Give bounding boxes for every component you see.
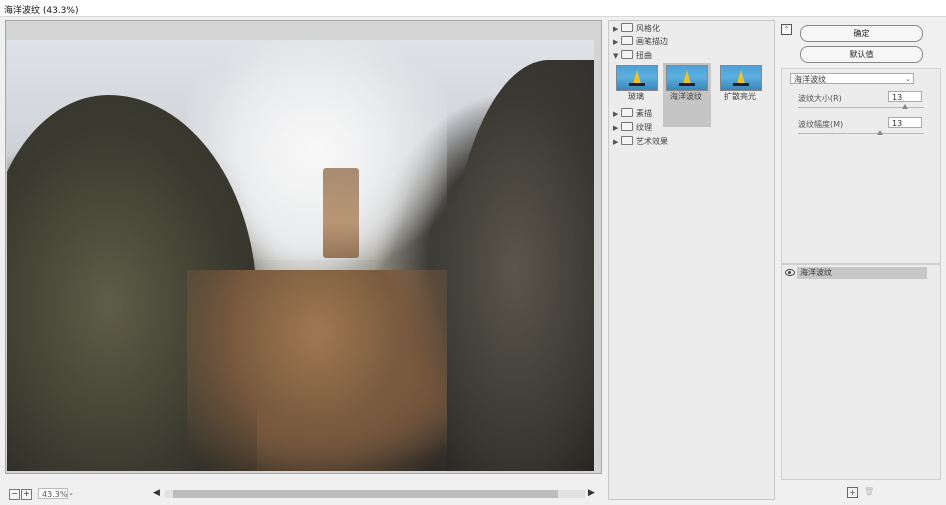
title-bar: 海洋波纹 (43.3%) bbox=[0, 0, 946, 17]
preview-tower bbox=[323, 168, 359, 258]
ripple-magnitude-field[interactable]: 13 bbox=[888, 117, 922, 128]
expand-arrow-icon: ▶ bbox=[613, 25, 619, 33]
preview-path bbox=[187, 270, 447, 471]
effect-layers-panel: 海洋波纹 bbox=[781, 264, 941, 480]
ripple-size-label: 波纹大小(R) bbox=[798, 94, 842, 103]
thumbnail-label: 海洋波纹 bbox=[670, 92, 702, 101]
category-label: 素描 bbox=[636, 109, 652, 118]
thumbnail-image bbox=[666, 65, 708, 91]
new-effect-layer-icon[interactable]: + bbox=[847, 487, 858, 498]
expand-arrow-icon: ▶ bbox=[613, 124, 619, 132]
ok-button[interactable]: 确定 bbox=[800, 25, 923, 42]
zoom-dropdown-icon[interactable]: ⌄ bbox=[68, 488, 77, 499]
category-label: 画笔描边 bbox=[636, 37, 668, 46]
scroll-left-icon[interactable]: ◀ bbox=[153, 488, 160, 499]
folder-icon bbox=[621, 36, 633, 45]
filter-category-sketch[interactable]: ▶ 素描 bbox=[613, 108, 652, 120]
folder-icon bbox=[621, 108, 633, 117]
folder-open-icon bbox=[621, 50, 633, 59]
preview-bottom-bar: − + 43.3% ⌄ ◀ ▶ bbox=[5, 486, 600, 502]
scroll-right-icon[interactable]: ▶ bbox=[588, 488, 595, 499]
thumbnail-image bbox=[720, 65, 762, 91]
trash-icon[interactable]: 🗑 bbox=[864, 487, 874, 496]
folder-icon bbox=[621, 122, 633, 131]
filter-thumb-ocean-ripple[interactable]: 海洋波纹 bbox=[663, 63, 711, 127]
filter-category-distort[interactable]: ▼ 扭曲 bbox=[613, 50, 652, 62]
category-label: 扭曲 bbox=[636, 51, 652, 60]
filter-list-panel: ▶ 风格化 ▶ 画笔描边 ▼ 扭曲 玻璃 海洋波纹 扩散亮光 ▶ 素描 ▶ 纹理 ▶ 艺术效… bbox=[608, 20, 775, 500]
filter-category-texture[interactable]: ▶ 纹理 bbox=[613, 122, 652, 134]
horizontal-scrollbar[interactable]: ◀ ▶ bbox=[153, 488, 601, 499]
filter-select[interactable]: 海洋波纹 ⌄ bbox=[790, 73, 914, 84]
scroll-thumb[interactable] bbox=[173, 490, 558, 498]
slider-knob[interactable] bbox=[877, 130, 883, 135]
expand-arrow-icon: ▶ bbox=[613, 110, 619, 118]
expand-arrow-icon: ▶ bbox=[613, 38, 619, 46]
window-title: 海洋波纹 (43.3%) bbox=[4, 6, 79, 16]
collapse-arrow-icon: ▼ bbox=[613, 52, 619, 60]
filter-settings: 海洋波纹 ⌄ 波纹大小(R) 13 波纹幅度(M) 13 bbox=[781, 68, 941, 264]
filter-category-artistic[interactable]: ▶ 艺术效果 bbox=[613, 136, 668, 148]
ripple-magnitude-label: 波纹幅度(M) bbox=[798, 120, 844, 129]
ripple-size-field[interactable]: 13 bbox=[888, 91, 922, 102]
chevron-down-icon: ⌄ bbox=[905, 75, 911, 83]
filter-category-stylize[interactable]: ▶ 风格化 bbox=[613, 23, 660, 35]
category-label: 风格化 bbox=[636, 24, 660, 33]
slider-knob[interactable] bbox=[902, 104, 908, 109]
effect-layer-row[interactable]: 海洋波纹 bbox=[797, 267, 927, 279]
zoom-out-button[interactable]: − bbox=[9, 489, 20, 500]
collapse-panel-icon[interactable]: ⌃ bbox=[781, 24, 792, 35]
filter-thumb-diffuse-glow[interactable]: 扩散亮光 bbox=[717, 63, 765, 127]
folder-icon bbox=[621, 23, 633, 32]
thumbnail-label: 扩散亮光 bbox=[724, 92, 756, 101]
ripple-size-slider[interactable] bbox=[798, 104, 924, 109]
ripple-magnitude-slider[interactable] bbox=[798, 130, 924, 135]
preview-hill-right bbox=[447, 60, 594, 471]
category-label: 纹理 bbox=[636, 123, 652, 132]
eye-icon[interactable] bbox=[785, 269, 795, 276]
filter-select-value: 海洋波纹 bbox=[794, 75, 826, 84]
filter-category-brush-strokes[interactable]: ▶ 画笔描边 bbox=[613, 36, 668, 48]
zoom-in-button[interactable]: + bbox=[21, 489, 32, 500]
default-button[interactable]: 默认值 bbox=[800, 46, 923, 63]
category-label: 艺术效果 bbox=[636, 137, 668, 146]
thumbnail-image bbox=[616, 65, 658, 91]
expand-arrow-icon: ▶ bbox=[613, 138, 619, 146]
preview-image[interactable] bbox=[7, 40, 594, 471]
zoom-level-field[interactable]: 43.3% bbox=[38, 488, 68, 499]
folder-icon bbox=[621, 136, 633, 145]
settings-panel: ⌃ 确定 默认值 海洋波纹 ⌄ 波纹大小(R) 13 波纹幅度(M) 13 海洋… bbox=[778, 20, 942, 498]
thumbnail-label: 玻璃 bbox=[628, 92, 644, 101]
